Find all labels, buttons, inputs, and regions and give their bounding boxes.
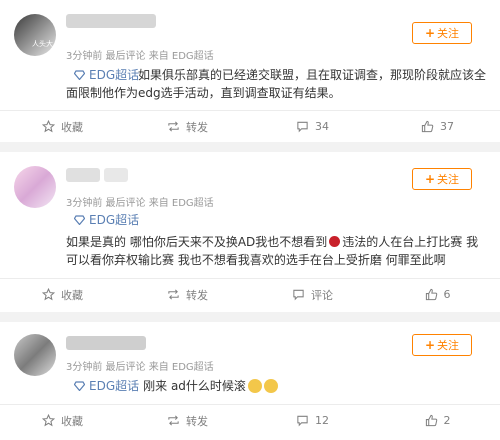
favorite-button[interactable]: 收藏 xyxy=(0,405,125,436)
like-button[interactable]: 2 xyxy=(375,405,500,436)
repost-button[interactable]: 转发 xyxy=(125,111,250,142)
comment-button[interactable]: 评论 xyxy=(250,279,375,310)
comment-icon xyxy=(297,121,308,133)
plus-icon: + xyxy=(424,338,436,352)
comment-icon xyxy=(297,415,308,427)
post-text: 如果是真的 哪怕你后天来不及换AD我也不想看到 违法的人在台上打比赛 我可以看你弃… xyxy=(66,235,479,267)
comment-button[interactable]: 12 xyxy=(250,405,375,436)
action-bar: 收藏 转发 12 2 xyxy=(0,404,500,436)
topic-link[interactable]: EDG超话 xyxy=(74,211,139,228)
plus-icon: + xyxy=(424,26,436,40)
username-redacted[interactable] xyxy=(104,168,128,182)
diamond-icon xyxy=(74,380,85,391)
diamond-icon xyxy=(74,214,85,225)
post-card: 人头大 3分钟前 最后评论 来自 EDG超话 + 关注 EDG超话 如果俱乐部真的… xyxy=(0,0,500,142)
repost-icon xyxy=(168,415,179,426)
follow-button[interactable]: + 关注 xyxy=(412,334,472,356)
emoji-icon xyxy=(247,378,262,393)
topic-link[interactable]: EDG超话 xyxy=(74,377,139,394)
action-bar: 收藏 转发 34 37 xyxy=(0,110,500,142)
username-redacted[interactable] xyxy=(66,14,156,28)
post-meta: 3分钟前 最后评论 来自 EDG超话 xyxy=(66,51,214,62)
action-bar: 收藏 转发 评论 6 xyxy=(0,278,500,310)
emoji-icon xyxy=(263,378,278,393)
post-meta: 3分钟前 最后评论 来自 EDG超话 xyxy=(66,362,214,373)
repost-icon xyxy=(168,121,179,132)
like-button[interactable]: 6 xyxy=(375,279,500,310)
avatar-text: 人头大 xyxy=(32,40,53,48)
favorite-button[interactable]: 收藏 xyxy=(0,111,125,142)
thumbs-up-icon xyxy=(421,120,434,133)
comment-button[interactable]: 34 xyxy=(250,111,375,142)
star-icon xyxy=(42,288,55,301)
star-icon xyxy=(42,414,55,427)
repost-icon xyxy=(168,289,179,300)
plus-icon: + xyxy=(424,172,436,186)
topic-line: EDG超话 刚来 ad什么时候滚 xyxy=(74,377,278,394)
avatar[interactable] xyxy=(14,334,56,376)
follow-button[interactable]: + 关注 xyxy=(412,22,472,44)
post-text: 如果俱乐部真的已经递交联盟，且在取证调查，那现阶段就应该全面限制他作为edg选手… xyxy=(66,68,487,100)
avatar[interactable] xyxy=(14,166,56,208)
star-icon xyxy=(42,120,55,133)
username-redacted[interactable] xyxy=(66,168,100,182)
follow-button[interactable]: + 关注 xyxy=(412,168,472,190)
like-button[interactable]: 37 xyxy=(375,111,500,142)
comment-icon xyxy=(293,289,304,301)
avatar[interactable]: 人头大 xyxy=(14,14,56,56)
repost-button[interactable]: 转发 xyxy=(125,405,250,436)
thumbs-up-icon xyxy=(425,288,437,301)
thumbs-up-icon xyxy=(425,414,437,427)
ladybug-icon xyxy=(329,236,341,247)
repost-button[interactable]: 转发 xyxy=(125,279,250,310)
username-redacted[interactable] xyxy=(66,336,146,350)
topic-line: EDG超话 xyxy=(74,211,143,228)
post-meta: 3分钟前 最后评论 来自 EDG超话 xyxy=(66,198,214,209)
post-text: 刚来 ad什么时候滚 xyxy=(143,379,246,393)
favorite-button[interactable]: 收藏 xyxy=(0,279,125,310)
